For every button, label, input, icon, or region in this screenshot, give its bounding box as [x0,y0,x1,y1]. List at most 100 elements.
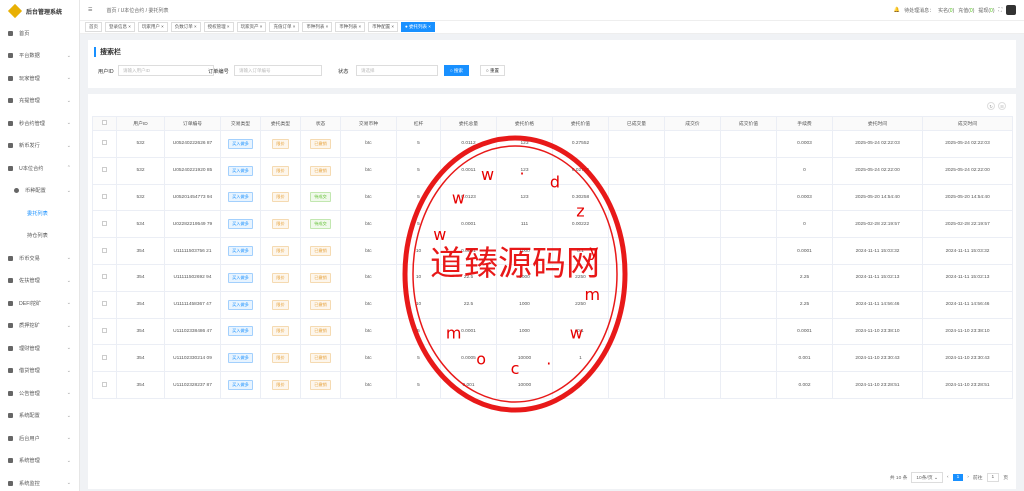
tab-tag[interactable]: 玩家用户 × [137,22,168,32]
order-no-input[interactable]: 请输入订单编号 [234,65,322,76]
pager-current-page[interactable]: 1 [952,474,964,481]
row-checkbox[interactable] [102,327,107,333]
sidebar-item-6[interactable]: U本位合约 ⌃ [0,157,79,180]
sidebar-item-11[interactable]: 佐扶管理 ⌄ [0,270,79,293]
row-checkbox[interactable] [102,274,107,280]
table-cell: 买入做多 [220,156,261,185]
row-checkbox[interactable] [102,301,107,307]
table-cell: 123 [496,156,553,185]
fullscreen-icon[interactable]: ⛶ [998,7,1002,13]
table-cell: 2025-05-20 14:54:40 [832,183,923,212]
table-row[interactable]: 354 U11111458367 47 买入做多 限价 已撤销 btc 10 22.5 1000… [92,290,1013,319]
breadcrumb-home[interactable]: 首页 [106,8,116,14]
row-checkbox[interactable] [102,167,107,173]
table-row[interactable]: 354 U11102338486 47 买入做多 限价 已撤销 btc 5 0.0001 100… [92,317,1013,346]
select-all-checkbox[interactable] [102,120,107,125]
sidebar-item-0[interactable]: 首页 [0,22,79,45]
sidebar-item-18[interactable]: 后台用户 ⌄ [0,427,79,450]
tab-tag[interactable]: 币种列表 × [335,22,366,32]
row-checkbox[interactable] [102,140,107,146]
table-cell: 2025-05-24 02:22:03 [922,130,1013,158]
table-row[interactable]: 354 U11102330214 09 买入做多 限价 已撤销 btc 5 0.0005 100… [92,344,1013,373]
withdraw-link[interactable]: 提现(0) [978,7,994,14]
table-cell [608,317,665,346]
tab-tag[interactable]: 负数订单 × [170,22,201,32]
table-cell: 限价 [260,317,301,346]
sidebar-item-label: 后台用户 [19,435,40,442]
sidebar-item-label: 秒合约管理 [19,120,45,127]
pager-goto-input[interactable]: 1 [986,473,1000,482]
sidebar-item-9[interactable]: 持仓列表 [0,225,79,248]
sidebar-item-10[interactable]: 币币交易 ⌄ [0,247,79,270]
sidebar-item-7[interactable]: 币种配置 ⌄ [0,180,79,203]
tab-tag[interactable]: 首页 [85,22,102,32]
table-cell: 10 [396,237,441,265]
row-checkbox[interactable] [102,247,107,253]
avatar[interactable] [1006,5,1016,15]
table-cell: 354 [116,263,165,292]
sidebar-item-5[interactable]: 新币发行 ⌄ [0,135,79,158]
pager-size-select[interactable]: 10条/页 ⌄ [911,472,944,483]
table-row[interactable]: 532 U05240221920 85 买入做多 限价 已撤销 btc 5 0.0011 123… [92,156,1013,185]
sidebar-item-19[interactable]: 系统管理 ⌄ [0,450,79,473]
sidebar-item-15[interactable]: 借贷管理 ⌄ [0,360,79,383]
table-cell: 0.0005 [440,344,497,373]
table-cell [92,317,117,346]
tab-tag[interactable]: 充值订单 × [269,22,300,32]
chevron-icon: ⌄ [66,277,71,284]
sidebar-item-13[interactable]: 质押挖矿 ⌄ [0,315,79,338]
columns-icon[interactable]: ☷ [998,102,1006,110]
pager-next[interactable]: › [967,475,969,480]
tab-tag[interactable]: ● 委托列表 × [401,22,435,32]
real-name-link[interactable]: 实名(0) [938,7,954,14]
table-cell [720,210,777,239]
tab-tag[interactable]: 币种配置 × [368,22,399,32]
sidebar-item-12[interactable]: DEFI挖矿 ⌄ [0,292,79,315]
sidebar-item-16[interactable]: 公告管理 ⌄ [0,382,79,405]
table-cell: 22.5 [440,263,497,292]
trade-type-badge: 买入做多 [228,192,253,203]
bell-icon[interactable]: 🔔 [894,7,900,13]
tab-tag[interactable]: 授权管理 × [203,22,234,32]
sidebar-item-label: 首页 [19,30,30,37]
menu-toggle-icon[interactable]: ☰ [88,7,92,13]
table-cell: 2025-05-24 02:22:03 [832,130,923,158]
table-row[interactable]: 354 U11111502692 94 买入做多 限价 已撤销 btc 10 22.5 1000… [92,263,1013,292]
row-checkbox[interactable] [102,193,107,199]
table-cell: 待成交 [300,210,341,239]
row-checkbox[interactable] [102,220,107,226]
deposit-link[interactable]: 充值(0) [958,7,974,14]
table-cell: 10 [396,263,441,292]
sidebar-item-4[interactable]: 秒合约管理 ⌄ [0,112,79,135]
sidebar-item-14[interactable]: 理财管理 ⌄ [0,337,79,360]
app-logo[interactable]: 后台管理系统 [0,0,79,22]
sidebar-item-3[interactable]: 充提管理 ⌄ [0,90,79,113]
sidebar-item-2[interactable]: 玩家管理 ⌄ [0,67,79,90]
sidebar-item-1[interactable]: 平台数据 ⌄ [0,45,79,68]
search-button[interactable]: ○ 搜索 [444,65,469,76]
tab-tag[interactable]: 登录信息 × [105,22,135,32]
table-cell [720,344,777,373]
trade-type-badge: 买入做多 [228,246,253,257]
refresh-icon[interactable]: ↻ [987,102,995,110]
pager-prev[interactable]: ‹ [947,475,949,480]
table-row[interactable]: 534 U02282219549 79 买入做多 限价 待成交 btc 5 0.0001 111… [92,210,1013,239]
user-id-input[interactable]: 请输入用户ID [118,65,214,76]
table-row[interactable]: 532 U05240222626 87 买入做多 限价 已撤销 btc 5 0.0112 123… [92,130,1013,158]
tab-tag[interactable]: 币种列表 × [302,22,333,32]
sidebar-item-17[interactable]: 系统配置 ⌄ [0,405,79,428]
tab-tag[interactable]: 玩家资产 × [236,22,267,32]
table-row[interactable]: 354 U11111503756 21 买入做多 限价 已撤销 btc 10 0.0001 10… [92,237,1013,265]
order-type-badge: 限价 [272,380,289,391]
sidebar-item-20[interactable]: 系统监控 ⌄ [0,472,79,491]
sidebar-item-8[interactable]: 委托列表 [0,202,79,225]
reset-button[interactable]: ○ 重置 [480,65,505,76]
table-row[interactable]: 354 U11102328237 87 买入做多 限价 已撤销 btc 5 0.001 1000… [92,371,1013,399]
row-checkbox[interactable] [102,381,107,387]
status-select[interactable]: 请选择 [356,65,438,76]
row-checkbox[interactable] [102,354,107,360]
table-cell: 2025-02-28 22:19:57 [922,210,1013,239]
breadcrumb-section[interactable]: U本位合约 [121,8,145,14]
table-row[interactable]: 532 U05201454773 94 买入做多 限价 待成交 btc 5 0.0123 123… [92,183,1013,212]
trade-type-badge: 买入做多 [228,138,253,149]
